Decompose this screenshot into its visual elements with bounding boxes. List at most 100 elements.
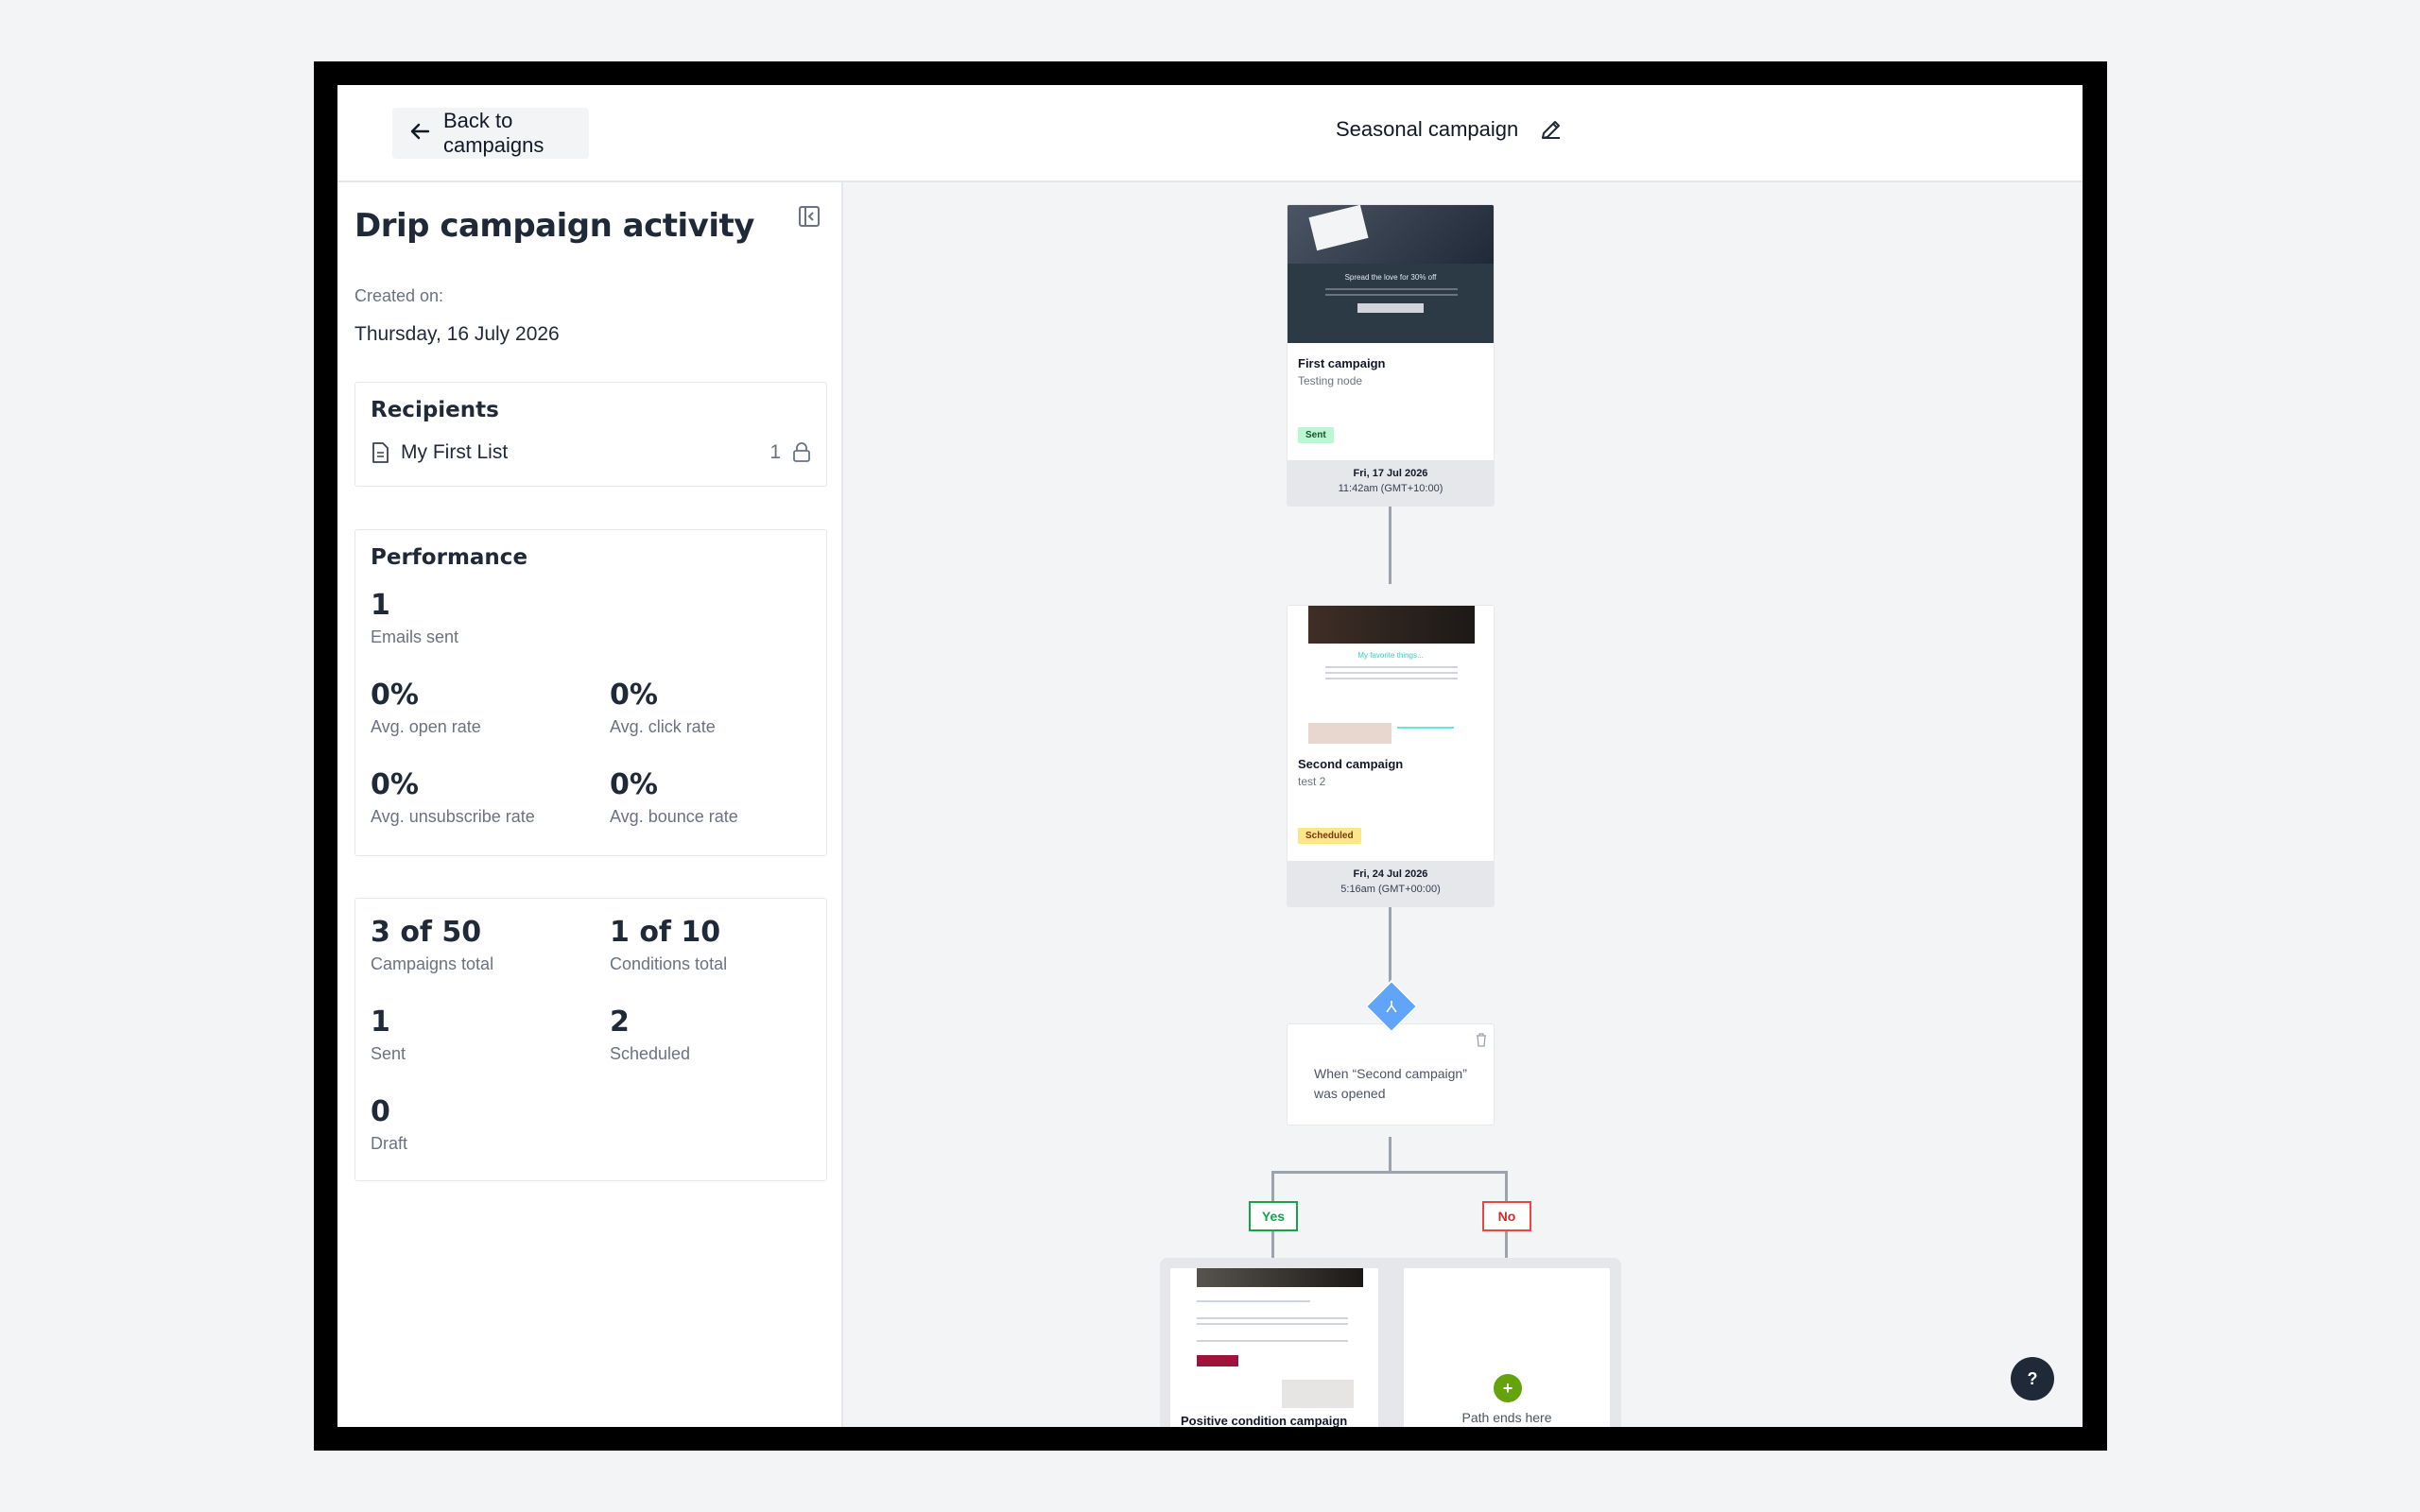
metric-value: 0 — [371, 1095, 390, 1128]
metric-value: 3 of 50 — [371, 916, 482, 949]
recipient-count: 1 — [769, 441, 781, 463]
campaign-name: Seasonal campaign — [1336, 117, 1519, 141]
thumbnail-text-line — [1325, 672, 1458, 674]
schedule-footer: Fri, 24 Jul 2026 5:16am (GMT+00:00) — [1288, 861, 1494, 906]
campaign-thumbnail: My favorite things... — [1288, 606, 1494, 744]
help-button[interactable]: ? — [2011, 1357, 2054, 1400]
connector-line — [1389, 1137, 1392, 1173]
metric-label: Draft — [371, 1134, 408, 1153]
thumbnail-text-line — [1325, 666, 1458, 668]
path-end-label: Path ends here — [1461, 1410, 1552, 1425]
connector-line — [1271, 1171, 1274, 1201]
sent-metric: 1 Sent — [371, 1005, 406, 1064]
scheduled-metric: 2 Scheduled — [610, 1005, 690, 1064]
send-time: 5:16am (GMT+00:00) — [1340, 884, 1441, 895]
thumbnail-text-line — [1197, 1300, 1310, 1302]
performance-card: Performance 1 Emails sent 0% Avg. open r… — [354, 529, 827, 856]
metric-value: 0% — [371, 679, 419, 712]
draft-metric: 0 Draft — [371, 1095, 407, 1154]
thumbnail-headline: Spread the love for 30% off — [1344, 273, 1437, 282]
thumbnail-text-line — [1325, 678, 1458, 679]
connector-line — [1505, 1231, 1508, 1258]
no-branch-label: No — [1482, 1201, 1531, 1231]
recipient-list-row[interactable]: My First List 1 — [371, 441, 811, 464]
connector-line — [1271, 1231, 1274, 1258]
add-step-button[interactable]: + — [1494, 1374, 1522, 1402]
recipient-list-name: My First List — [401, 441, 509, 463]
back-to-campaigns-button[interactable]: Back to campaigns — [392, 108, 589, 159]
campaign-title: Seasonal campaign — [1336, 117, 1564, 142]
performance-title: Performance — [371, 545, 528, 570]
click-rate-metric: 0% Avg. click rate — [610, 679, 716, 737]
recipients-card: Recipients My First List 1 — [354, 382, 827, 487]
condition-node[interactable]: When “Second campaign” was opened — [1287, 1023, 1495, 1125]
unsubscribe-rate-metric: 0% Avg. unsubscribe rate — [371, 768, 535, 827]
metric-value: 0% — [610, 679, 658, 712]
metric-label: Scheduled — [610, 1044, 691, 1063]
campaign-node[interactable]: Spread the love for 30% off First campai… — [1287, 204, 1495, 507]
thumbnail-text-line — [1197, 1340, 1348, 1342]
campaign-node[interactable]: My favorite things... Second campaign te… — [1287, 605, 1495, 907]
metric-value: 0% — [371, 768, 419, 801]
metric-value: 0% — [610, 768, 658, 801]
campaign-description: test 2 — [1298, 775, 1326, 788]
conditions-total-metric: 1 of 10 Conditions total — [610, 916, 727, 974]
totals-card: 3 of 50 Campaigns total 1 of 10 Conditio… — [354, 898, 827, 1181]
campaign-name: Second campaign — [1298, 757, 1404, 771]
metric-label: Avg. bounce rate — [610, 807, 738, 826]
split-icon — [1373, 988, 1410, 1025]
path-end-node: + Path ends here — [1403, 1267, 1611, 1427]
recipients-title: Recipients — [371, 398, 499, 422]
metric-label: Avg. open rate — [371, 717, 481, 736]
thumbnail-photo — [1308, 606, 1475, 644]
yes-branch-label: Yes — [1249, 1201, 1298, 1231]
back-button-label: Back to campaigns — [443, 109, 544, 157]
campaign-name: First campaign — [1298, 356, 1386, 370]
metric-label: Campaigns total — [371, 954, 494, 973]
metric-value: 1 — [371, 589, 390, 622]
thumbnail-text-line — [1325, 288, 1458, 290]
top-bar: Back to campaigns Seasonal campaign — [337, 85, 2083, 182]
open-rate-metric: 0% Avg. open rate — [371, 679, 481, 737]
created-label: Created on: — [354, 286, 444, 305]
metric-label: Emails sent — [371, 627, 459, 646]
send-date: Fri, 17 Jul 2026 — [1353, 468, 1428, 479]
thumbnail-button — [1197, 1355, 1238, 1366]
flow-canvas[interactable]: Spread the love for 30% off First campai… — [843, 182, 2083, 1427]
schedule-footer: Fri, 17 Jul 2026 11:42am (GMT+10:00) — [1288, 460, 1494, 506]
collapse-sidebar-icon[interactable] — [798, 205, 821, 228]
metric-value: 1 of 10 — [610, 916, 721, 949]
app-screen: Back to campaigns Seasonal campaign Drip… — [337, 85, 2083, 1427]
arrow-left-icon — [409, 121, 430, 146]
created-date: Thursday, 16 July 2026 — [354, 323, 560, 345]
thumbnail-photo — [1197, 1268, 1363, 1287]
metric-value: 2 — [610, 1005, 630, 1039]
thumbnail-button — [1357, 303, 1424, 313]
status-badge: Scheduled — [1298, 828, 1361, 844]
lock-icon — [792, 442, 811, 463]
emails-sent-metric: 1 Emails sent — [371, 589, 458, 647]
thumbnail-text-line — [1325, 294, 1458, 296]
campaigns-total-metric: 3 of 50 Campaigns total — [371, 916, 493, 974]
page-title: Drip campaign activity — [354, 207, 754, 245]
thumbnail-text-line — [1397, 727, 1454, 729]
pencil-icon[interactable] — [1539, 117, 1564, 142]
send-date: Fri, 24 Jul 2026 — [1353, 868, 1428, 880]
thumbnail-photo-small — [1308, 723, 1392, 744]
thumbnail-headline: My favorite things... — [1357, 651, 1424, 660]
campaign-name: Positive condition campaign — [1181, 1414, 1348, 1427]
thumbnail-text-line — [1197, 1317, 1348, 1319]
thumbnail-text-line — [1197, 1323, 1348, 1325]
campaign-thumbnail — [1170, 1268, 1378, 1410]
metric-value: 1 — [371, 1005, 390, 1039]
connector-line — [1505, 1171, 1508, 1201]
condition-text: When “Second campaign” was opened — [1314, 1066, 1467, 1101]
metric-label: Sent — [371, 1044, 406, 1063]
metric-label: Avg. click rate — [610, 717, 716, 736]
metric-label: Conditions total — [610, 954, 728, 973]
send-time: 11:42am (GMT+10:00) — [1338, 483, 1443, 494]
trash-icon[interactable] — [1475, 1032, 1488, 1047]
status-badge: Sent — [1298, 427, 1334, 443]
positive-campaign-node[interactable]: Positive condition campaign — [1169, 1267, 1379, 1427]
metric-label: Avg. unsubscribe rate — [371, 807, 535, 826]
